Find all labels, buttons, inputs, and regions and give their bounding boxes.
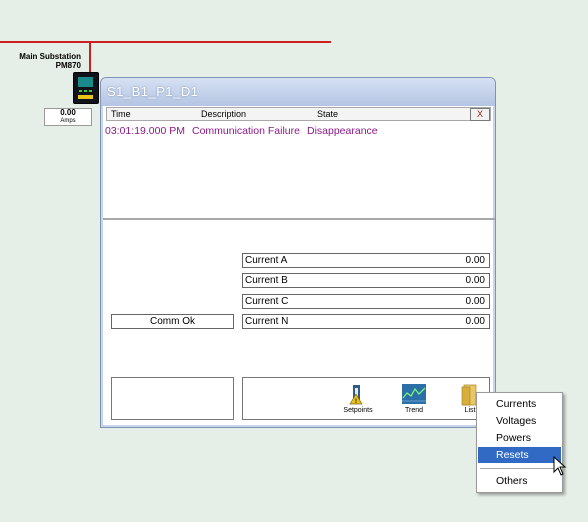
panel-divider	[103, 218, 495, 220]
meter-led	[84, 90, 87, 92]
events-header: Time Description State	[106, 107, 491, 121]
meter-led	[89, 90, 92, 92]
window-title: S1_B1_P1_D1	[107, 84, 199, 99]
menu-item-powers[interactable]: Powers	[478, 430, 561, 446]
bus-line	[0, 41, 331, 43]
trend-icon	[402, 384, 426, 404]
menu-separator	[480, 468, 559, 469]
current-label: Current B	[245, 275, 288, 286]
device-window: S1_B1_P1_D1 Time Description State X 03:…	[100, 77, 496, 428]
tool-label: Setpoints	[343, 407, 373, 414]
current-value: 0.00	[465, 296, 485, 307]
tool-label: Trend	[404, 407, 424, 414]
column-state: State	[317, 109, 339, 119]
power-meter-icon[interactable]	[73, 72, 99, 104]
close-events-button[interactable]: X	[470, 108, 490, 121]
amps-readout: 0.00 Amps	[44, 108, 92, 126]
current-n-field: Current N 0.00	[242, 314, 490, 329]
amps-value: 0.00	[60, 108, 76, 117]
event-description: Communication Failure	[192, 125, 300, 137]
column-time: Time	[111, 109, 131, 119]
current-label: Current A	[245, 255, 288, 266]
trend-button[interactable]: Trend	[399, 384, 429, 414]
meter-model: PM870	[55, 61, 81, 70]
meter-led	[79, 90, 82, 92]
current-value: 0.00	[465, 255, 485, 266]
menu-item-resets[interactable]: Resets	[478, 447, 561, 463]
meter-screen	[78, 77, 93, 87]
setpoints-icon: !	[349, 385, 363, 405]
menu-item-voltages[interactable]: Voltages	[478, 413, 561, 429]
event-time: 03:01:19.000 PM	[105, 125, 185, 137]
svg-text:!: !	[355, 399, 357, 405]
feeder-line	[89, 41, 91, 73]
substation-name: Main Substation	[19, 52, 81, 61]
info-panel	[111, 377, 234, 420]
amps-unit: Amps	[60, 118, 76, 124]
menu-item-others[interactable]: Others	[478, 473, 561, 489]
current-value: 0.00	[465, 316, 485, 327]
tool-label: List	[464, 407, 476, 414]
event-state: Disappearance	[307, 125, 378, 137]
window-client: Time Description State X 03:01:19.000 PM…	[103, 106, 495, 425]
setpoints-button[interactable]: ! Setpoints	[343, 384, 373, 414]
mouse-cursor-icon	[553, 456, 567, 476]
current-b-field: Current B 0.00	[242, 273, 490, 288]
current-c-field: Current C 0.00	[242, 294, 490, 309]
context-menu: Currents Voltages Powers Resets Others	[476, 392, 563, 493]
comm-status: Comm Ok	[111, 314, 234, 329]
current-label: Current N	[245, 316, 289, 327]
current-label: Current C	[245, 296, 289, 307]
window-titlebar[interactable]: S1_B1_P1_D1	[101, 78, 495, 106]
menu-item-currents[interactable]: Currents	[478, 396, 561, 412]
current-value: 0.00	[465, 275, 485, 286]
column-description: Description	[201, 109, 247, 119]
toolbar-panel: ! Setpoints Trend List	[242, 377, 490, 420]
substation-label: Main Substation PM870	[19, 52, 81, 70]
close-icon: X	[476, 109, 483, 119]
meter-buttons	[78, 95, 93, 99]
current-a-field: Current A 0.00	[242, 253, 490, 268]
